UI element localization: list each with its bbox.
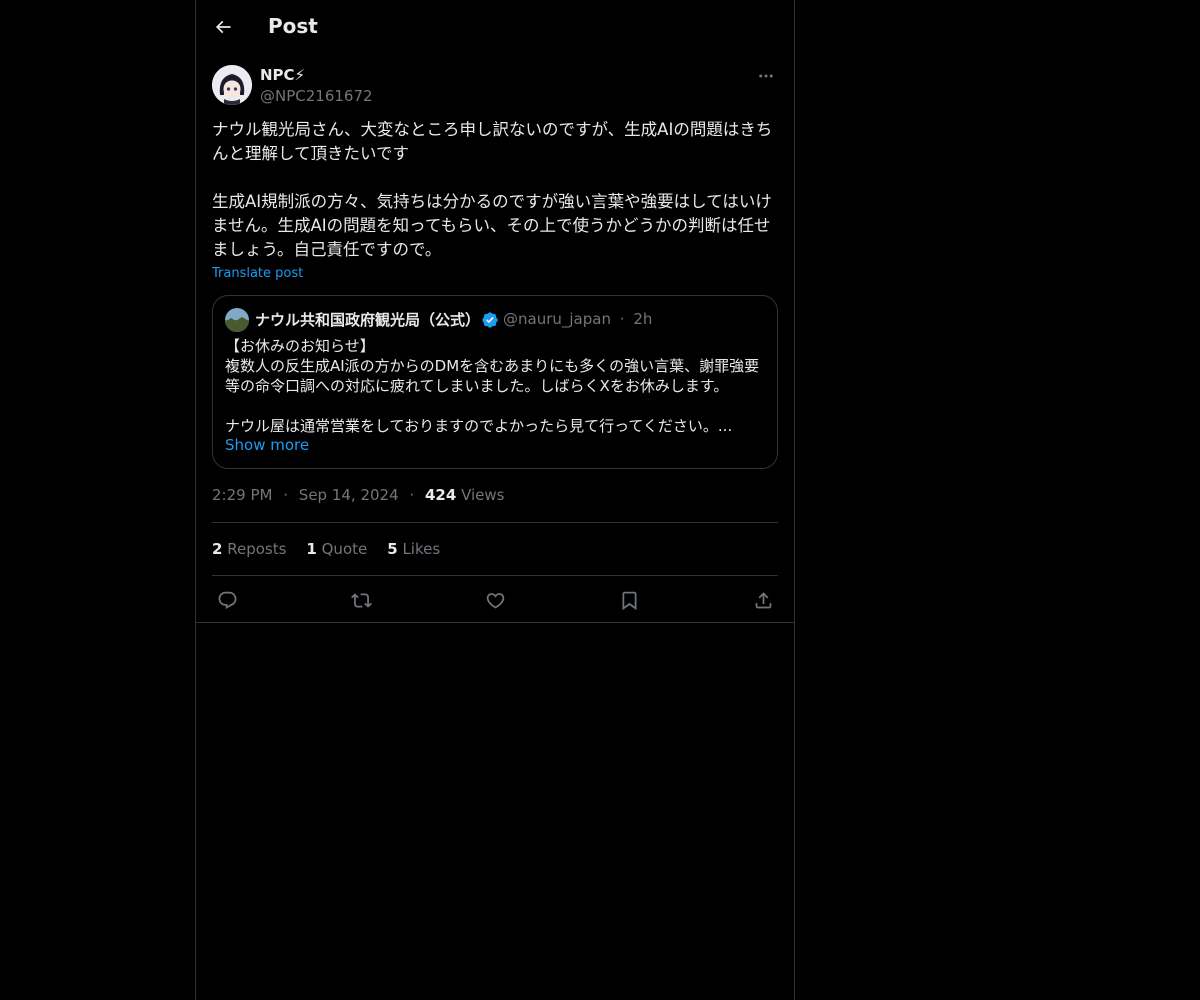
heart-icon [486, 592, 504, 609]
quote-avatar-image [225, 308, 249, 332]
post-text: ナウル観光局さん、大変なところ申し訳ないのですが、生成AIの問題はきちんと理解し… [212, 120, 773, 259]
show-more-link[interactable]: Show more [225, 436, 309, 454]
quoted-post[interactable]: ナウル共和国政府観光局（公式） @nauru_japan · 2h 【お休みのお… [212, 295, 778, 469]
more-icon [759, 74, 773, 78]
reposts-stat[interactable]: 2 Reposts [212, 540, 286, 558]
arrow-left-icon [215, 20, 231, 34]
post-date[interactable]: Sep 14, 2024 [299, 486, 399, 504]
bookmark-button[interactable] [614, 585, 644, 615]
quote-avatar [225, 308, 249, 332]
separator: · [409, 486, 415, 504]
views-count: 424 [424, 486, 457, 504]
divider [212, 575, 778, 576]
quote-text: 【お休みのお知らせ】 複数人の反生成AI派の方からのDMを含むあまりにも多くの強… [225, 337, 760, 435]
quotes-count: 1 [306, 540, 317, 558]
reply-icon [218, 591, 236, 609]
quote-age: 2h [633, 310, 653, 328]
like-button[interactable] [480, 585, 510, 615]
reply-button[interactable] [212, 585, 242, 615]
quotes-label: Quote [321, 540, 368, 558]
page-title: Post [268, 14, 318, 38]
likes-stat[interactable]: 5 Likes [387, 540, 440, 558]
likes-label: Likes [402, 540, 441, 558]
action-bar [212, 585, 778, 615]
views-label: Views [461, 486, 505, 504]
post-stats: 2 Reposts 1 Quote 5 Likes [212, 540, 440, 558]
avatar[interactable] [212, 65, 252, 105]
quotes-stat[interactable]: 1 Quote [306, 540, 367, 558]
separator: · [283, 486, 289, 504]
repost-icon [350, 592, 372, 608]
back-button[interactable] [209, 13, 237, 41]
divider [196, 622, 794, 623]
post-meta: 2:29 PM · Sep 14, 2024 · 424 Views [212, 486, 505, 504]
share-button[interactable] [748, 585, 778, 615]
translate-post-link[interactable]: Translate post [212, 266, 303, 281]
quote-author-handle: @nauru_japan [503, 310, 611, 328]
post-author: NPC⚡ @NPC2161672 [212, 64, 778, 108]
likes-count: 5 [387, 540, 398, 558]
share-icon [755, 591, 771, 608]
divider [212, 522, 778, 523]
reposts-label: Reposts [227, 540, 287, 558]
author-name[interactable]: NPC⚡ [260, 66, 305, 84]
more-button[interactable] [754, 64, 778, 88]
quote-author-meta: @nauru_japan · 2h [503, 310, 652, 328]
bookmark-icon [622, 591, 636, 610]
verified-badge-icon [481, 311, 499, 329]
quote-author-name: ナウル共和国政府観光局（公式） [255, 311, 481, 329]
primary-column: Post NPC⚡ @NPC2161672 ナウル観光局さん、大変なところ申し訳… [195, 0, 795, 1000]
author-handle[interactable]: @NPC2161672 [260, 87, 373, 105]
reposts-count: 2 [212, 540, 223, 558]
separator: · [619, 310, 625, 328]
repost-button[interactable] [346, 585, 376, 615]
avatar-image [212, 65, 252, 105]
post-time[interactable]: 2:29 PM [212, 486, 272, 504]
top-bar: Post [196, 0, 794, 54]
